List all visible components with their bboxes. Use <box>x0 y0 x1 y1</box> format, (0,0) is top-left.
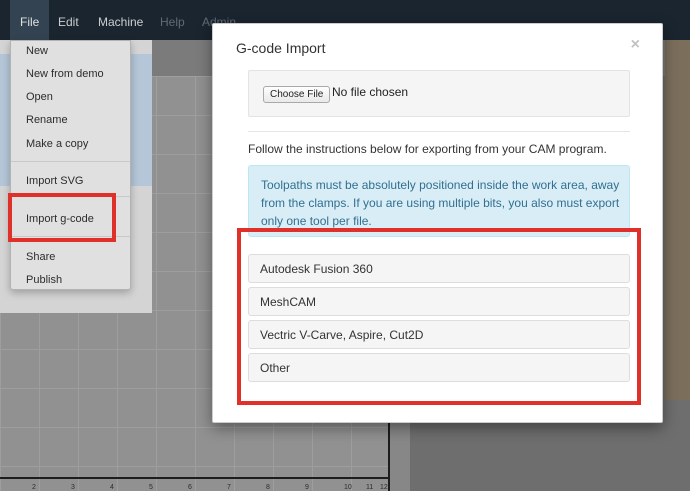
dialog-title: G-code Import <box>236 40 326 56</box>
alert-text: Toolpaths must be absolutely positioned … <box>261 178 620 228</box>
file-status: No file chosen <box>332 85 409 99</box>
divider <box>248 131 630 132</box>
annotation-highlight-import-gcode <box>8 193 116 242</box>
annotation-highlight-program-list <box>237 228 641 405</box>
close-icon[interactable]: × <box>631 36 640 54</box>
info-alert: Toolpaths must be absolutely positioned … <box>248 165 630 237</box>
choose-file-button[interactable]: Choose File <box>263 86 331 103</box>
file-input-well: Choose File No file chosen <box>248 70 630 117</box>
instructions-text: Follow the instructions below for export… <box>248 142 607 156</box>
